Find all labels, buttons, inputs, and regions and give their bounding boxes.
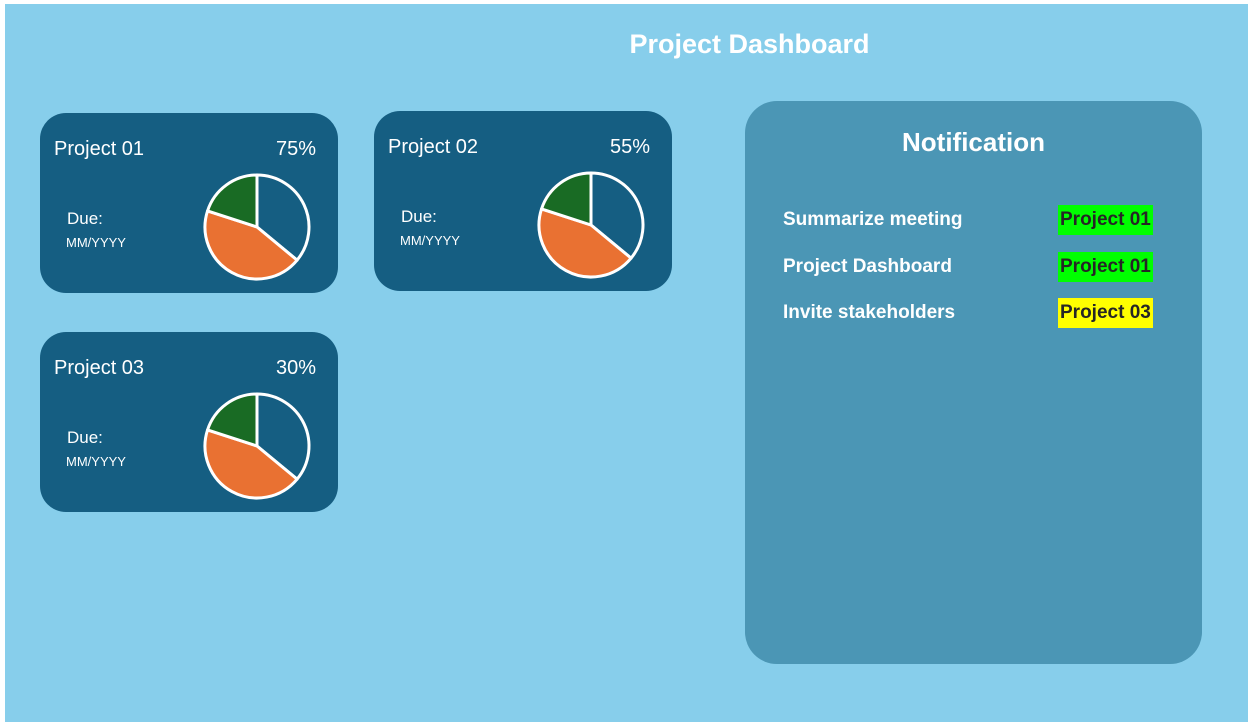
project-name: Project 02	[388, 136, 479, 158]
project-percent: 55%	[609, 136, 650, 158]
due-label: Due:	[67, 209, 103, 228]
progress-pie-chart	[203, 392, 311, 500]
notification-text: Project Dashboard	[783, 256, 952, 277]
dashboard-canvas: Project Dashboard Project 01 75% Due: MM…	[5, 4, 1248, 722]
notification-item[interactable]: Summarize meeting Project 01	[783, 205, 1163, 235]
notification-panel: Notification Summarize meeting Project 0…	[745, 101, 1202, 664]
project-card-03[interactable]: Project 03 30% Due: MM/YYYY	[40, 332, 338, 512]
due-label: Due:	[401, 207, 437, 226]
page-title: Project Dashboard	[629, 29, 870, 59]
due-label: Due:	[67, 428, 103, 447]
project-tag: Project 01	[1058, 205, 1153, 235]
project-percent: 75%	[275, 138, 316, 160]
notification-text: Invite stakeholders	[783, 302, 956, 323]
project-name: Project 01	[54, 138, 145, 160]
due-date: MM/YYYY	[400, 233, 460, 248]
notification-title: Notification	[902, 127, 1045, 157]
project-card-02[interactable]: Project 02 55% Due: MM/YYYY	[374, 111, 672, 291]
progress-pie-chart	[203, 173, 311, 281]
due-date: MM/YYYY	[66, 454, 126, 469]
project-tag: Project 03	[1058, 298, 1153, 328]
due-date: MM/YYYY	[66, 235, 126, 250]
notification-item[interactable]: Project Dashboard Project 01	[783, 252, 1163, 282]
notification-text: Summarize meeting	[783, 209, 963, 230]
project-name: Project 03	[54, 357, 145, 379]
project-card-01[interactable]: Project 01 75% Due: MM/YYYY	[40, 113, 338, 293]
project-percent: 30%	[275, 357, 316, 379]
project-tag: Project 01	[1058, 252, 1153, 282]
progress-pie-chart	[537, 171, 645, 279]
notification-item[interactable]: Invite stakeholders Project 03	[783, 298, 1163, 328]
